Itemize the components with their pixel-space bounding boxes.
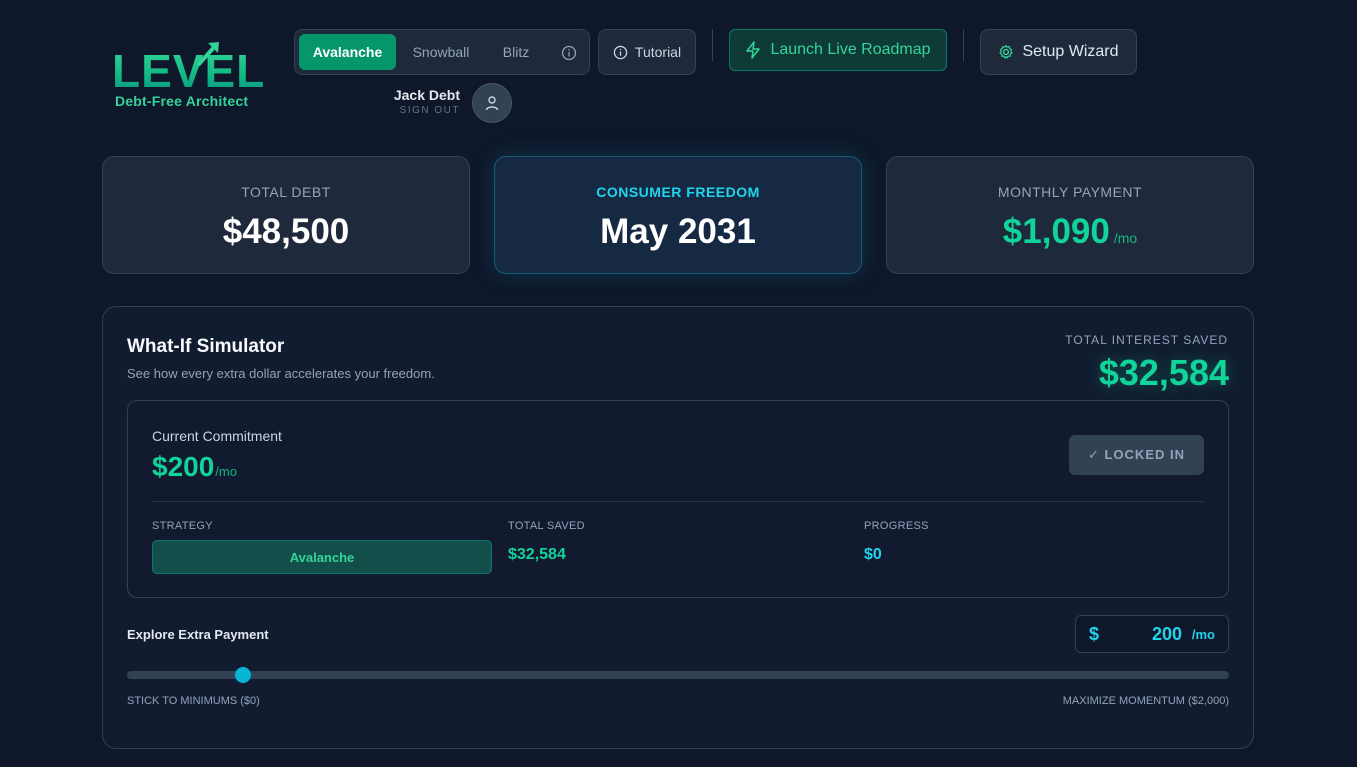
commitment-value: $200 [152,451,215,482]
locked-in-button[interactable]: ✓ LOCKED IN [1069,435,1204,475]
extra-payment-slider[interactable] [127,667,1229,683]
brand-name: LEVEL [112,45,266,97]
slider-handle[interactable] [234,667,251,683]
info-icon[interactable] [561,45,577,61]
explore-extra-payment-label: Explore Extra Payment [127,627,269,642]
per-month-suffix: /mo [1191,627,1215,642]
monthly-payment-card: MONTHLY PAYMENT $1,090 /mo [886,156,1254,274]
slider-min-label: STICK TO MINIMUMS ($0) [127,695,260,707]
simulator-title: What-If Simulator [127,336,285,357]
stat-value: May 2031 [495,212,861,252]
progress-label: PROGRESS [864,520,929,532]
slider-max-label: MAXIMIZE MOMENTUM ($2,000) [1062,695,1229,707]
current-commitment-panel: Current Commitment $200 /mo ✓ LOCKED IN … [127,400,1229,598]
commitment-label: Current Commitment [152,428,282,444]
stat-label: MONTHLY PAYMENT [997,184,1143,200]
tutorial-label: Tutorial [634,44,682,60]
info-icon [613,45,628,59]
commitment-amount: $200 /mo [152,451,237,483]
strategy-blitz-button[interactable]: Blitz [486,34,546,70]
interest-saved-value: $32,584 [1098,352,1229,393]
extra-payment-field: $ /mo [1075,615,1229,653]
user-info: Jack Debt SIGN OUT [380,86,460,116]
per-month-suffix: /mo [215,464,237,479]
avatar[interactable] [472,83,512,123]
freedom-date-value: May 2031 [600,212,756,251]
stat-value: $48,500 [103,212,469,252]
growth-arrow-icon [197,42,219,66]
simulator-subtitle: See how every extra dollar accelerates y… [127,366,435,381]
currency-symbol: $ [1089,624,1100,644]
commitment-divider [152,501,1204,502]
per-month-suffix: /mo [1113,230,1138,246]
progress-value: $0 [864,546,882,563]
strategy-label: STRATEGY [152,520,213,532]
wizard-label: Setup Wizard [1022,43,1119,60]
what-if-simulator: What-If Simulator See how every extra do… [102,306,1254,749]
strategy-selector: Avalanche Snowball Blitz [294,29,590,75]
total-saved-label: TOTAL SAVED [508,520,585,532]
user-name: Jack Debt [393,87,460,103]
strategy-avalanche-button[interactable]: Avalanche [299,34,396,70]
setup-wizard-button[interactable]: Setup Wizard [980,29,1137,75]
monthly-payment-value: $1,090 [1002,212,1110,251]
brand-logo: LEVEL Debt-Free Architect [112,40,272,112]
gear-icon [999,44,1014,59]
roadmap-label: Launch Live Roadmap [770,41,931,58]
extra-payment-input[interactable] [1114,621,1182,647]
slider-fill [127,671,243,679]
header-divider [712,29,713,61]
total-debt-card: TOTAL DEBT $48,500 [102,156,470,274]
total-debt-value: $48,500 [222,212,350,251]
strategy-snowball-button[interactable]: Snowball [400,34,482,70]
launch-roadmap-button[interactable]: Launch Live Roadmap [729,29,947,71]
sign-out-link[interactable]: SIGN OUT [380,105,460,116]
user-icon [485,96,499,111]
total-saved-value: $32,584 [508,546,566,563]
strategy-badge: Avalanche [152,540,492,574]
stat-label: TOTAL DEBT [241,184,331,200]
tutorial-button[interactable]: Tutorial [598,29,696,75]
lightning-icon [746,41,761,59]
brand-tagline: Debt-Free Architect [115,93,249,109]
header-divider [963,29,964,61]
freedom-date-card: CONSUMER FREEDOM May 2031 [494,156,862,274]
stat-value: $1,090 /mo [887,212,1253,252]
interest-saved-label: TOTAL INTEREST SAVED [1065,333,1228,347]
stat-label: CONSUMER FREEDOM [596,184,760,200]
